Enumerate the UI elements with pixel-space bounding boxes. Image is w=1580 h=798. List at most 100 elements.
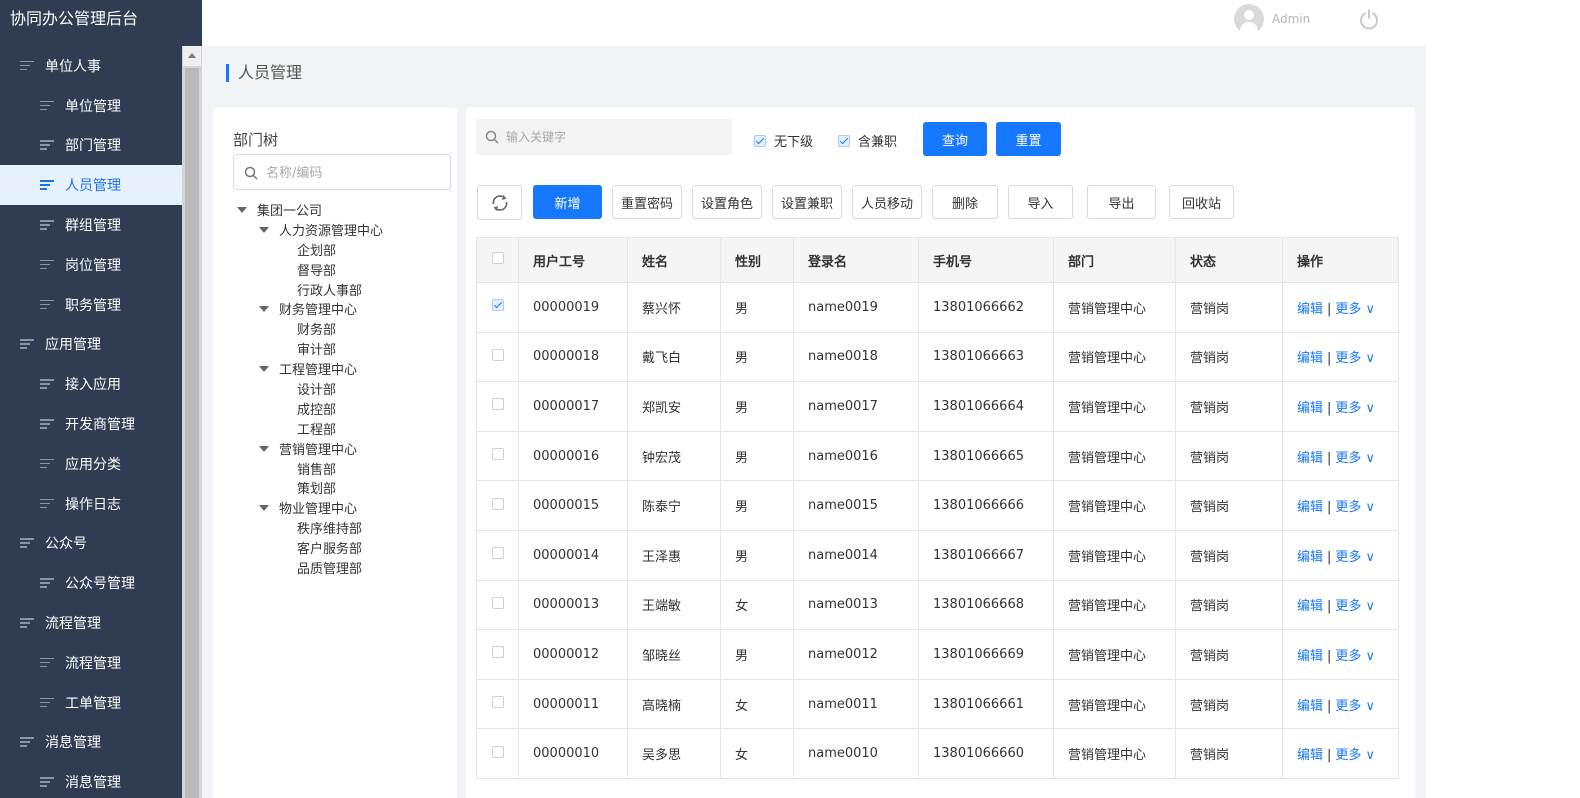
sidebar-item[interactable]: 职务管理: [0, 285, 182, 325]
edit-link[interactable]: 编辑: [1297, 351, 1323, 366]
query-button[interactable]: 查询: [923, 122, 987, 156]
no-sublevel-checkbox[interactable]: 无下级: [754, 131, 813, 150]
tree-search-input[interactable]: [266, 163, 441, 183]
col-name[interactable]: 姓名: [627, 237, 721, 283]
sidebar-item[interactable]: 公众号: [0, 524, 182, 564]
more-dropdown[interactable]: 更多 ∨: [1335, 599, 1375, 614]
caret-down-icon[interactable]: [259, 505, 269, 512]
caret-down-icon[interactable]: [259, 366, 269, 373]
sidebar-item[interactable]: 消息管理: [0, 723, 182, 763]
table-row[interactable]: 00000010 吴多思女 name0010 13801066660 营销管理中心 营销岗…: [476, 728, 1399, 779]
delete-button[interactable]: 删除: [932, 185, 998, 219]
caret-down-icon[interactable]: [259, 226, 269, 233]
col-department[interactable]: 部门: [1053, 237, 1176, 283]
tree-node[interactable]: 客户服务部: [237, 540, 383, 560]
edit-link[interactable]: 编辑: [1297, 649, 1323, 664]
tree-node[interactable]: 物业管理中心: [237, 500, 383, 520]
scroll-up-arrow-icon[interactable]: [183, 46, 201, 66]
col-gender[interactable]: 性别: [720, 237, 794, 283]
col-login[interactable]: 登录名: [793, 237, 919, 283]
caret-down-icon[interactable]: [259, 445, 269, 452]
export-button[interactable]: 导出: [1087, 185, 1156, 219]
table-row[interactable]: 00000012 邹晓丝男 name0012 13801066669 营销管理中心 营销岗…: [476, 629, 1399, 680]
table-row[interactable]: 00000015 陈泰宁男 name0015 13801066666 营销管理中心 营销岗…: [476, 480, 1399, 531]
sidebar-item[interactable]: 流程管理: [0, 603, 182, 643]
table-row[interactable]: 00000019 蔡兴怀男 name0019 13801066662 营销管理中心 营销岗…: [476, 282, 1399, 333]
row-checkbox[interactable]: [492, 448, 504, 461]
sidebar-item[interactable]: 应用分类: [0, 444, 182, 484]
sidebar-item[interactable]: 应用管理: [0, 325, 182, 365]
more-dropdown[interactable]: 更多 ∨: [1335, 451, 1375, 466]
tree-node[interactable]: 人力资源管理中心: [237, 222, 383, 242]
row-checkbox[interactable]: [492, 745, 504, 758]
more-dropdown[interactable]: 更多 ∨: [1335, 649, 1375, 664]
sidebar-item[interactable]: 公众号管理: [0, 563, 182, 603]
sidebar-item[interactable]: 单位人事: [0, 46, 182, 86]
sidebar-item[interactable]: 群组管理: [0, 205, 182, 245]
table-row[interactable]: 00000013 王端敏女 name0013 13801066668 营销管理中心 营销岗…: [476, 579, 1399, 631]
table-row[interactable]: 00000016 钟宏茂男 name0016 13801066665 营销管理中心 营销岗…: [476, 430, 1399, 482]
tree-node[interactable]: 品质管理部: [237, 560, 383, 580]
sidebar-item[interactable]: 接入应用: [0, 364, 182, 404]
more-dropdown[interactable]: 更多 ∨: [1335, 351, 1375, 366]
tree-node[interactable]: 销售部: [237, 461, 383, 481]
set-parttime-button[interactable]: 设置兼职: [772, 185, 842, 219]
row-checkbox[interactable]: [492, 299, 504, 312]
select-all-checkbox[interactable]: [492, 252, 504, 264]
sidebar-item[interactable]: 操作日志: [0, 484, 182, 524]
row-checkbox[interactable]: [492, 398, 504, 411]
add-button[interactable]: 新增: [533, 185, 602, 219]
sidebar-item[interactable]: 岗位管理: [0, 245, 182, 285]
edit-link[interactable]: 编辑: [1297, 699, 1323, 714]
edit-link[interactable]: 编辑: [1297, 451, 1323, 466]
tree-node[interactable]: 财务部: [237, 321, 383, 341]
tree-node[interactable]: 行政人事部: [237, 282, 383, 302]
reset-password-button[interactable]: 重置密码: [612, 185, 682, 219]
tree-node[interactable]: 审计部: [237, 341, 383, 361]
tree-node[interactable]: 设计部: [237, 381, 383, 401]
edit-link[interactable]: 编辑: [1297, 550, 1323, 565]
sidebar-item[interactable]: 流程管理: [0, 643, 182, 683]
col-status[interactable]: 状态: [1175, 237, 1283, 283]
table-row[interactable]: 00000018 戴飞白男 name0018 13801066663 营销管理中心 营销岗…: [476, 331, 1399, 383]
row-checkbox[interactable]: [492, 547, 504, 560]
tree-node[interactable]: 营销管理中心: [237, 441, 383, 461]
keyword-input[interactable]: [506, 127, 721, 147]
more-dropdown[interactable]: 更多 ∨: [1335, 500, 1375, 515]
more-dropdown[interactable]: 更多 ∨: [1335, 550, 1375, 565]
tree-node[interactable]: 集团一公司: [237, 202, 383, 222]
col-user-id[interactable]: 用户工号: [518, 237, 628, 283]
more-dropdown[interactable]: 更多 ∨: [1335, 748, 1375, 763]
set-role-button[interactable]: 设置角色: [692, 185, 762, 219]
tree-node[interactable]: 企划部: [237, 242, 383, 262]
tree-node[interactable]: 工程部: [237, 421, 383, 441]
col-phone[interactable]: 手机号: [918, 237, 1054, 283]
sidebar-item[interactable]: 部门管理: [0, 126, 182, 166]
row-checkbox[interactable]: [492, 497, 504, 510]
row-checkbox[interactable]: [492, 646, 504, 659]
include-parttime-checkbox[interactable]: 含兼职: [838, 131, 897, 150]
tree-node[interactable]: 工程管理中心: [237, 361, 383, 381]
recycle-bin-button[interactable]: 回收站: [1169, 185, 1234, 219]
scrollbar-thumb[interactable]: [185, 68, 199, 798]
row-checkbox[interactable]: [492, 596, 504, 609]
tree-node[interactable]: 秩序维持部: [237, 520, 383, 540]
more-dropdown[interactable]: 更多 ∨: [1335, 699, 1375, 714]
row-checkbox[interactable]: [492, 696, 504, 709]
edit-link[interactable]: 编辑: [1297, 302, 1323, 317]
user-menu[interactable]: Admin: [1234, 4, 1310, 34]
edit-link[interactable]: 编辑: [1297, 599, 1323, 614]
caret-down-icon[interactable]: [237, 207, 247, 213]
caret-down-icon[interactable]: [259, 306, 269, 313]
table-row[interactable]: 00000017 郑凯安男 name0017 13801066664 营销管理中心 营销岗…: [476, 381, 1399, 432]
sidebar-item[interactable]: 开发商管理: [0, 404, 182, 444]
sidebar-item[interactable]: 工单管理: [0, 683, 182, 723]
sidebar-item[interactable]: 消息管理: [0, 762, 182, 798]
edit-link[interactable]: 编辑: [1297, 401, 1323, 416]
row-checkbox[interactable]: [492, 348, 504, 361]
sidebar-item[interactable]: 单位管理: [0, 86, 182, 126]
more-dropdown[interactable]: 更多 ∨: [1335, 302, 1375, 317]
tree-node[interactable]: 督导部: [237, 262, 383, 282]
table-row[interactable]: 00000014 王泽惠男 name0014 13801066667 营销管理中心 营销岗…: [476, 529, 1399, 581]
reset-button[interactable]: 重置: [996, 122, 1061, 156]
